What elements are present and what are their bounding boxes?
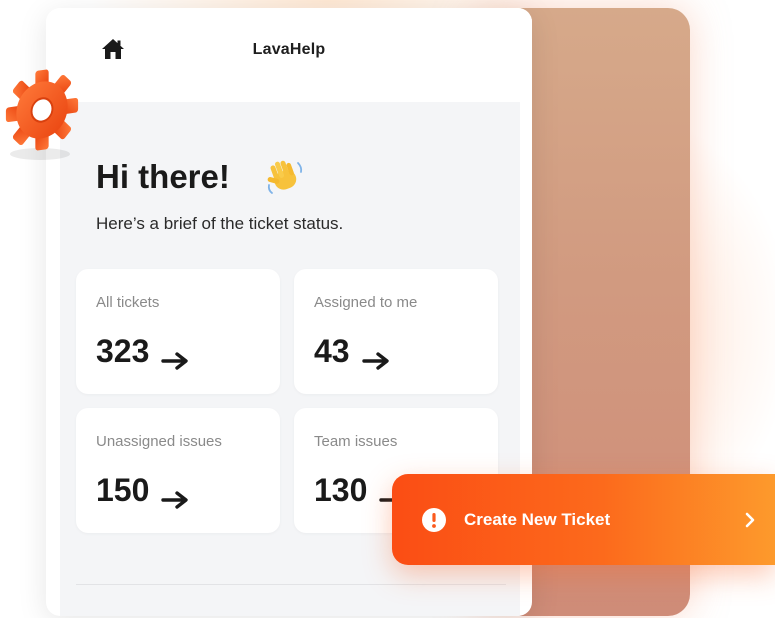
stat-value-row: 150 — [96, 472, 191, 509]
create-new-ticket-button[interactable]: Create New Ticket — [392, 474, 775, 565]
arrow-right-icon — [161, 481, 191, 509]
waving-hand-icon — [265, 157, 305, 197]
stat-label: All tickets — [96, 294, 160, 311]
stat-value: 323 — [96, 333, 150, 369]
top-bar: LavaHelp — [46, 8, 532, 94]
app-title: LavaHelp — [252, 41, 326, 58]
stat-value: 130 — [314, 472, 368, 508]
stat-label: Unassigned issues — [96, 433, 222, 450]
stat-card-all-tickets[interactable]: All tickets 323 — [76, 269, 280, 394]
stat-value: 150 — [96, 472, 150, 508]
greeting-title: Hi there! — [96, 158, 230, 195]
stat-value-row: 323 — [96, 333, 191, 370]
stat-value-row: 43 — [314, 333, 392, 370]
arrow-right-icon — [361, 342, 392, 370]
gear-icon — [0, 64, 84, 164]
stat-label: Team issues — [314, 433, 398, 450]
chevron-right-icon — [744, 511, 756, 529]
arrow-right-icon — [161, 342, 191, 370]
stat-card-assigned-to-me[interactable]: Assigned to me 43 — [294, 269, 498, 394]
alert-circle-icon — [422, 508, 446, 532]
greeting-subtitle: Here’s a brief of the ticket status. — [96, 214, 344, 233]
create-new-ticket-label: Create New Ticket — [464, 510, 611, 529]
stat-card-unassigned-issues[interactable]: Unassigned issues 150 — [76, 408, 280, 533]
section-divider — [76, 584, 506, 585]
stat-label: Assigned to me — [314, 294, 418, 311]
stat-value: 43 — [314, 333, 350, 369]
